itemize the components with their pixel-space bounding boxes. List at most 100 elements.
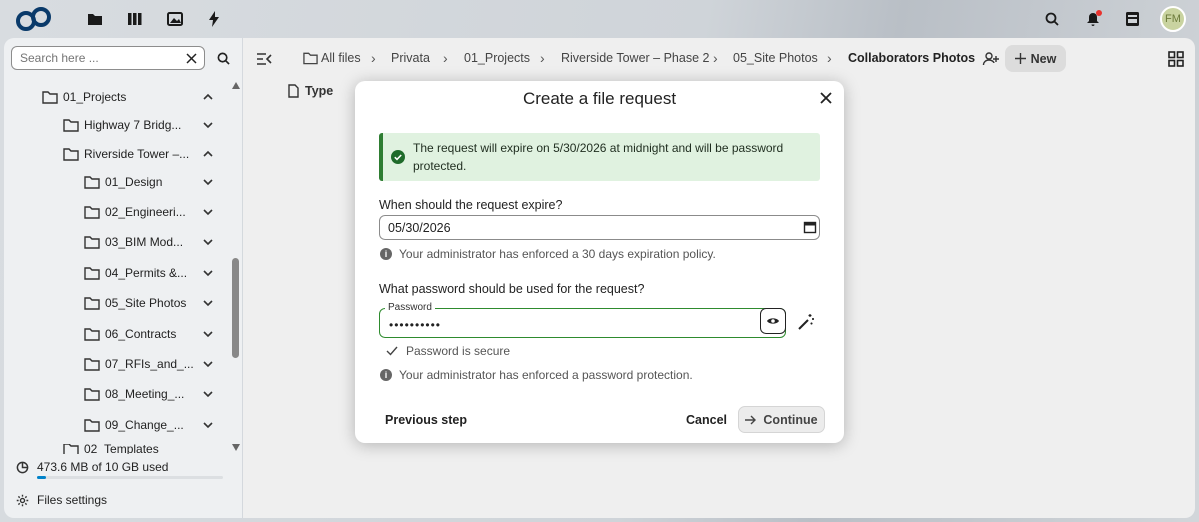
sidebar-folder-item[interactable]: 02_Engineeri... bbox=[84, 201, 186, 223]
close-icon[interactable] bbox=[818, 90, 834, 106]
type-column-header[interactable]: Type bbox=[288, 84, 333, 98]
activity-icon[interactable] bbox=[203, 8, 225, 30]
sidebar-folder-item[interactable]: 05_Site Photos bbox=[84, 292, 186, 314]
calendar-icon[interactable] bbox=[803, 220, 817, 234]
sidebar-folder-item[interactable]: 06_Contracts bbox=[84, 323, 176, 345]
sidebar-folder-label: 04_Permits &... bbox=[105, 266, 188, 280]
chevron-down-icon[interactable] bbox=[202, 388, 214, 400]
previous-step-button[interactable]: Previous step bbox=[385, 413, 467, 427]
nextcloud-logo[interactable] bbox=[14, 5, 54, 33]
magic-wand-icon[interactable] bbox=[797, 313, 815, 331]
notification-dot bbox=[1096, 10, 1102, 16]
password-field-label: Password bbox=[385, 302, 435, 313]
files-icon[interactable] bbox=[84, 8, 106, 30]
breadcrumb-separator: › bbox=[827, 50, 832, 66]
contacts-icon[interactable] bbox=[1121, 8, 1143, 30]
breadcrumb-site-photos[interactable]: 05_Site Photos bbox=[733, 51, 818, 65]
folder-icon bbox=[63, 444, 79, 454]
folder-icon bbox=[84, 387, 100, 401]
cancel-button[interactable]: Cancel bbox=[686, 413, 727, 427]
sidebar-folder-item[interactable]: 01_Projects bbox=[42, 86, 126, 108]
folder-icon bbox=[84, 357, 100, 371]
password-value: •••••••••• bbox=[389, 318, 442, 332]
folder-icon bbox=[84, 418, 100, 432]
check-circle-icon bbox=[391, 150, 405, 164]
sidebar-folder-item[interactable]: 02_Templates bbox=[63, 444, 159, 454]
chevron-down-icon[interactable] bbox=[202, 206, 214, 218]
pie-chart-icon bbox=[16, 461, 29, 473]
arrow-right-icon bbox=[745, 415, 757, 424]
sidebar-folder-item[interactable]: 01_Design bbox=[84, 171, 162, 193]
password-hint: i Your administrator has enforced a pass… bbox=[380, 368, 693, 382]
avatar[interactable]: FM bbox=[1160, 6, 1186, 32]
chevron-down-icon[interactable] bbox=[202, 119, 214, 131]
password-question: What password should be used for the req… bbox=[379, 282, 645, 296]
breadcrumb-01-projects[interactable]: 01_Projects bbox=[464, 51, 530, 65]
sidebar-folder-item[interactable]: 08_Meeting_... bbox=[84, 383, 184, 405]
grid-view-icon[interactable] bbox=[1167, 50, 1185, 68]
chevron-down-icon[interactable] bbox=[202, 419, 214, 431]
expire-date-input[interactable]: 05/30/2026 bbox=[379, 215, 820, 240]
breadcrumb-privata[interactable]: Privata bbox=[391, 51, 430, 65]
sidebar-folder-item[interactable]: Highway 7 Bridg... bbox=[63, 114, 181, 136]
continue-button[interactable]: Continue bbox=[738, 406, 825, 433]
chevron-down-icon[interactable] bbox=[202, 328, 214, 340]
expire-hint-text: Your administrator has enforced a 30 day… bbox=[399, 247, 716, 261]
bell-icon[interactable] bbox=[1082, 8, 1104, 30]
sidebar-folder-label: 01_Projects bbox=[63, 90, 127, 104]
breadcrumb-separator: › bbox=[371, 50, 376, 66]
scroll-up-arrow[interactable] bbox=[232, 82, 240, 89]
sidebar-folder-item[interactable]: 09_Change_... bbox=[84, 414, 184, 436]
check-icon bbox=[386, 346, 398, 356]
folder-icon bbox=[84, 327, 100, 341]
breadcrumb-all-files[interactable]: All files bbox=[321, 51, 361, 65]
folder-icon bbox=[84, 175, 100, 189]
search-icon[interactable] bbox=[1041, 8, 1063, 30]
new-button-label: New bbox=[1030, 51, 1057, 66]
sidebar-folder-item[interactable]: 07_RFIs_and_... bbox=[84, 353, 194, 375]
chevron-up-icon[interactable] bbox=[202, 91, 214, 103]
sidebar-folder-item[interactable]: 03_BIM Mod... bbox=[84, 231, 183, 253]
password-secure-status: Password is secure bbox=[386, 344, 510, 358]
files-settings-button[interactable]: Files settings bbox=[16, 493, 107, 507]
eye-icon bbox=[767, 318, 779, 324]
file-request-dialog: Create a file request The request will e… bbox=[355, 81, 844, 443]
password-input[interactable]: Password •••••••••• bbox=[379, 302, 786, 338]
sidebar-folder-item[interactable]: 04_Permits &... bbox=[84, 262, 187, 284]
quota-progress-bar bbox=[37, 476, 223, 479]
chevron-down-icon[interactable] bbox=[202, 267, 214, 279]
expire-hint: i Your administrator has enforced a 30 d… bbox=[380, 247, 716, 261]
storage-quota[interactable]: 473.6 MB of 10 GB used bbox=[16, 460, 168, 474]
scrollbar-thumb[interactable] bbox=[232, 258, 239, 358]
sidebar-folder-label: 09_Change_... bbox=[105, 418, 184, 432]
continue-label: Continue bbox=[763, 412, 818, 427]
type-header-label: Type bbox=[305, 84, 334, 98]
share-icon[interactable] bbox=[982, 50, 1000, 68]
deck-icon[interactable] bbox=[124, 8, 146, 30]
folder-icon bbox=[63, 118, 79, 132]
file-icon bbox=[288, 84, 299, 98]
chevron-down-icon[interactable] bbox=[202, 236, 214, 248]
search-icon[interactable] bbox=[214, 49, 232, 67]
password-hint-text: Your administrator has enforced a passwo… bbox=[399, 368, 693, 382]
files-settings-label: Files settings bbox=[37, 493, 108, 507]
sidebar-folder-item[interactable]: Riverside Tower –... bbox=[63, 143, 189, 165]
show-password-button[interactable] bbox=[760, 308, 786, 334]
chevron-down-icon[interactable] bbox=[202, 297, 214, 309]
quota-text: 473.6 MB of 10 GB used bbox=[37, 460, 169, 474]
chevron-up-icon[interactable] bbox=[202, 148, 214, 160]
plus-icon bbox=[1014, 53, 1026, 64]
new-button[interactable]: New bbox=[1005, 45, 1066, 72]
toggle-navigation-icon[interactable] bbox=[256, 51, 272, 67]
close-icon[interactable] bbox=[182, 49, 200, 67]
chevron-down-icon[interactable] bbox=[202, 358, 214, 370]
chevron-down-icon[interactable] bbox=[202, 176, 214, 188]
folder-icon bbox=[303, 52, 318, 65]
folder-icon bbox=[84, 266, 100, 280]
sidebar-folder-label: 06_Contracts bbox=[105, 327, 177, 341]
expire-date-value: 05/30/2026 bbox=[388, 220, 451, 235]
photos-icon[interactable] bbox=[164, 8, 186, 30]
scroll-down-arrow[interactable] bbox=[232, 444, 240, 451]
breadcrumb-riverside-tower[interactable]: Riverside Tower – Phase 2 bbox=[561, 51, 709, 65]
search-input[interactable] bbox=[11, 46, 205, 70]
